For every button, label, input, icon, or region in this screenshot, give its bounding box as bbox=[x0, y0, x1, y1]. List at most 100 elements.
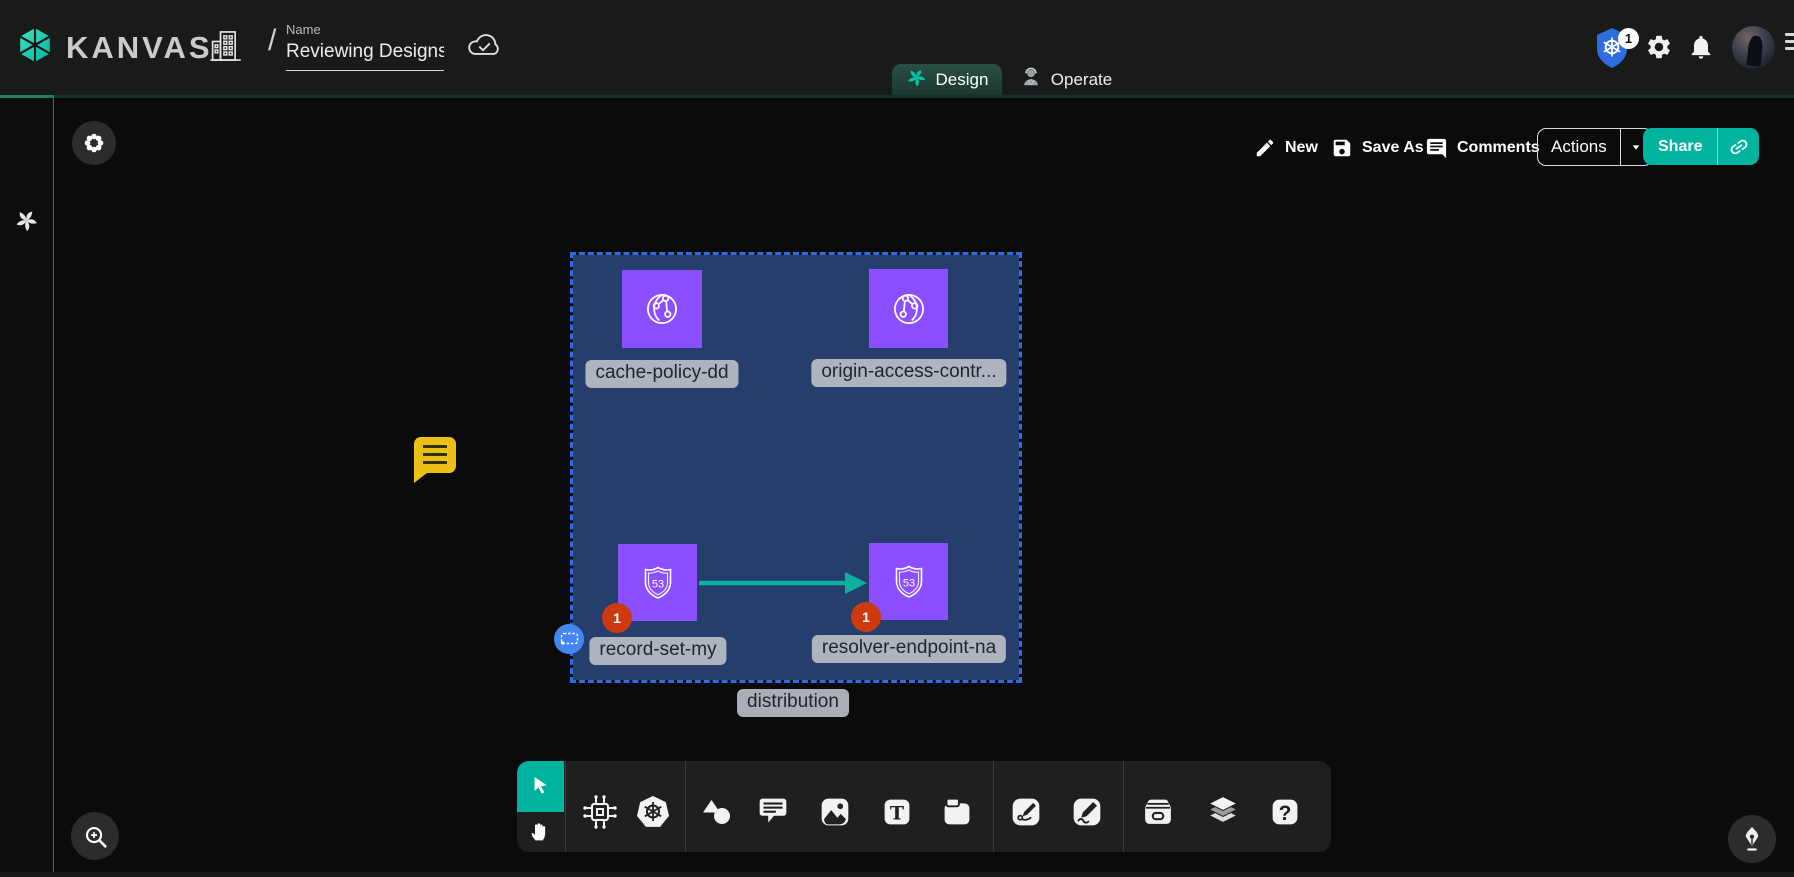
image-tool-button[interactable] bbox=[813, 790, 857, 834]
left-sidebar bbox=[0, 98, 54, 877]
dashed-rect-icon bbox=[560, 632, 579, 646]
pan-tool-button[interactable] bbox=[517, 812, 564, 852]
edge-record-set-to-resolver[interactable] bbox=[697, 568, 869, 598]
kubernetes-context-badge[interactable]: 1 bbox=[1618, 28, 1639, 49]
comment-icon bbox=[1425, 137, 1448, 160]
pen-path-icon bbox=[1006, 792, 1046, 832]
bottom-edge-strip bbox=[0, 872, 1794, 877]
hand-icon bbox=[527, 818, 555, 846]
design-tab-label: Design bbox=[936, 70, 989, 90]
infrastructure-components-button[interactable] bbox=[578, 790, 622, 834]
help-button[interactable]: ? bbox=[1263, 790, 1307, 834]
toolbar-divider bbox=[685, 761, 686, 852]
user-avatar[interactable] bbox=[1732, 26, 1775, 69]
zoom-in-icon bbox=[80, 821, 110, 851]
new-button[interactable]: New bbox=[1254, 130, 1318, 166]
canvas-tools-toolbar: T bbox=[517, 761, 1331, 852]
operate-tab-icon bbox=[1020, 66, 1042, 93]
svg-text:53: 53 bbox=[902, 577, 914, 589]
node-badge-resolver-endpoint[interactable]: 1 bbox=[851, 602, 881, 632]
organization-icon[interactable] bbox=[206, 28, 244, 69]
node-label-record-set[interactable]: record-set-my bbox=[589, 637, 726, 665]
comment-marker-lines bbox=[423, 445, 447, 464]
comment-marker[interactable] bbox=[414, 437, 456, 473]
design-tab-icon bbox=[906, 67, 927, 93]
actions-button[interactable]: Actions bbox=[1538, 129, 1620, 165]
pen-path-tool-button[interactable] bbox=[1004, 790, 1048, 834]
freehand-draw-tool-button[interactable] bbox=[1065, 790, 1109, 834]
node-label-origin-access-control[interactable]: origin-access-contr... bbox=[811, 359, 1006, 387]
node-origin-access-control[interactable] bbox=[869, 269, 948, 348]
node-cache-policy[interactable] bbox=[622, 270, 702, 348]
tab-design[interactable]: Design bbox=[892, 64, 1002, 95]
kanvas-app: KANVAS / Name bbox=[0, 0, 1794, 877]
tab-operate[interactable]: Operate bbox=[1008, 64, 1124, 95]
kubernetes-components-button[interactable] bbox=[631, 790, 675, 834]
comment-tool-button[interactable] bbox=[751, 790, 795, 834]
header: KANVAS / Name bbox=[0, 0, 1794, 95]
zoom-in-button[interactable] bbox=[71, 812, 119, 860]
route53-icon: 53 bbox=[635, 560, 681, 606]
route53-icon: 53 bbox=[886, 559, 932, 605]
pencil-icon bbox=[1254, 137, 1276, 159]
image-icon bbox=[815, 792, 855, 832]
circuit-chip-icon bbox=[579, 791, 621, 833]
canvas-menu-flower-button[interactable] bbox=[72, 121, 116, 165]
kubernetes-helm-icon bbox=[632, 791, 674, 833]
group-label-distribution[interactable]: distribution bbox=[737, 689, 849, 717]
node-badge-record-set[interactable]: 1 bbox=[602, 603, 632, 633]
drawer-archive-button[interactable] bbox=[1136, 790, 1180, 834]
text-tool-icon: T bbox=[877, 792, 917, 832]
share-button[interactable]: Share bbox=[1643, 128, 1717, 165]
cloudfront-cache-policy-icon bbox=[638, 285, 686, 333]
cursor-arrow-icon bbox=[526, 772, 556, 802]
design-name-input[interactable] bbox=[286, 41, 444, 71]
save-icon bbox=[1331, 137, 1353, 159]
copy-link-button[interactable] bbox=[1717, 128, 1759, 165]
save-as-button-label: Save As bbox=[1362, 139, 1424, 157]
cloudfront-origin-access-icon bbox=[885, 285, 933, 333]
board-card-icon bbox=[937, 792, 977, 832]
app-title: KANVAS bbox=[66, 30, 213, 66]
shapes-tool-button[interactable] bbox=[695, 790, 739, 834]
svg-text:?: ? bbox=[1279, 802, 1292, 825]
name-field-label: Name bbox=[286, 22, 444, 37]
link-icon bbox=[1724, 131, 1755, 162]
drawer-icon bbox=[1138, 792, 1178, 832]
toolbar-divider bbox=[1123, 761, 1124, 852]
shapes-icon bbox=[696, 791, 738, 833]
meshery-spiral-icon[interactable] bbox=[14, 208, 39, 238]
kanvas-logo[interactable]: KANVAS bbox=[16, 26, 213, 69]
node-resolver-endpoint[interactable]: 53 bbox=[869, 543, 948, 620]
cloud-saved-icon bbox=[465, 30, 503, 65]
comments-button[interactable]: Comments bbox=[1425, 130, 1540, 166]
notifications-bell-icon[interactable] bbox=[1687, 33, 1715, 61]
select-tool-button[interactable] bbox=[517, 761, 564, 812]
comment-bubble-icon bbox=[753, 792, 793, 832]
breadcrumb-separator: / bbox=[268, 24, 276, 58]
layers-button[interactable] bbox=[1201, 790, 1245, 834]
svg-text:T: T bbox=[890, 803, 904, 825]
save-as-button[interactable]: Save As bbox=[1331, 130, 1424, 166]
menu-hamburger-icon[interactable] bbox=[1785, 33, 1794, 54]
text-tool-button[interactable]: T bbox=[875, 790, 919, 834]
svg-text:53: 53 bbox=[651, 578, 663, 590]
layers-icon bbox=[1202, 791, 1244, 833]
settings-gear-icon[interactable] bbox=[1645, 33, 1673, 61]
pen-tool-floating-button[interactable] bbox=[1728, 815, 1776, 863]
new-button-label: New bbox=[1285, 139, 1318, 157]
flower-icon bbox=[81, 130, 107, 156]
board-tool-button[interactable] bbox=[935, 790, 979, 834]
chevron-down-icon bbox=[1628, 139, 1644, 155]
actions-split-button: Actions bbox=[1537, 128, 1653, 166]
node-label-resolver-endpoint[interactable]: resolver-endpoint-na bbox=[812, 635, 1006, 663]
comments-button-label: Comments bbox=[1457, 139, 1540, 157]
share-split-button: Share bbox=[1643, 128, 1759, 165]
help-icon: ? bbox=[1265, 792, 1305, 832]
design-name-field: Name bbox=[286, 22, 444, 71]
selection-handle[interactable] bbox=[554, 624, 584, 654]
pencil-sketch-icon bbox=[1067, 792, 1107, 832]
node-label-cache-policy[interactable]: cache-policy-dd bbox=[585, 360, 738, 388]
toolbar-divider bbox=[565, 761, 566, 852]
pen-nib-icon bbox=[1736, 823, 1768, 855]
